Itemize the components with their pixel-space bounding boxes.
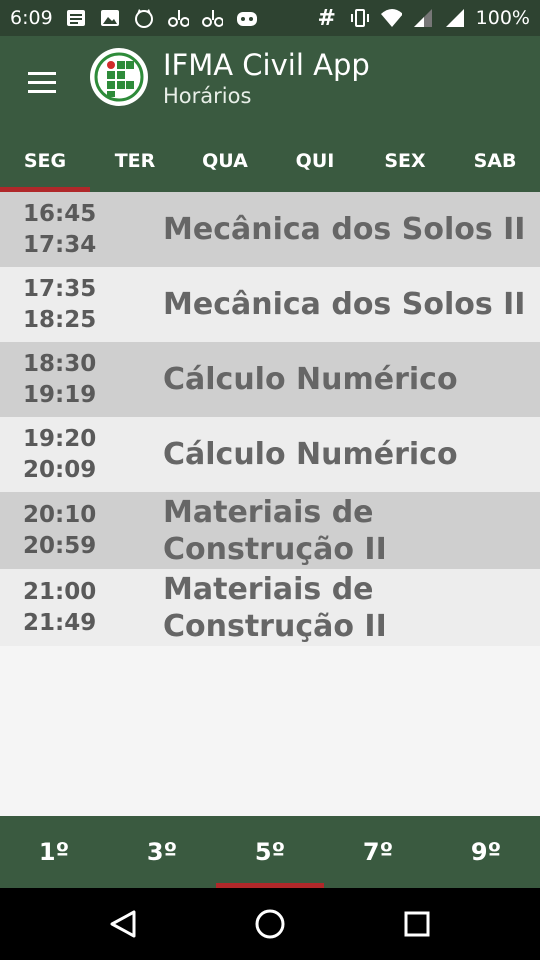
back-icon[interactable] <box>103 904 143 944</box>
schedule-row[interactable]: 18:30 19:19 Cálculo Numérico <box>0 342 540 417</box>
start-time: 16:45 <box>23 200 97 227</box>
tab-semester-1[interactable]: 1º <box>0 816 108 888</box>
bike-icon <box>201 8 223 28</box>
time-range: 18:30 19:19 <box>0 349 163 411</box>
time-range: 17:35 18:25 <box>0 274 163 336</box>
app-title: IFMA Civil App <box>163 48 370 82</box>
time-range: 16:45 17:34 <box>0 199 163 261</box>
schedule-row[interactable]: 19:20 20:09 Cálculo Numérico <box>0 417 540 492</box>
end-time: 18:25 <box>23 306 97 333</box>
tab-sab[interactable]: SAB <box>450 130 540 192</box>
status-bar: 6:09 # 100% <box>0 0 540 36</box>
ifma-logo <box>90 48 148 106</box>
app-bar: IFMA Civil App Horários <box>0 36 540 130</box>
schedule-row[interactable]: 20:10 20:59 Materiais de Construção II <box>0 492 540 569</box>
end-time: 19:19 <box>23 381 97 408</box>
start-time: 19:20 <box>23 425 97 452</box>
image-icon <box>99 8 121 28</box>
schedule-row[interactable]: 21:00 21:49 Materiais de Construção II <box>0 569 540 646</box>
subject-name: Mecânica dos Solos II <box>163 287 526 322</box>
tab-semester-7[interactable]: 7º <box>324 816 432 888</box>
notification-icons <box>65 8 257 28</box>
start-time: 18:30 <box>23 350 97 377</box>
notes-icon <box>65 8 87 28</box>
bike-icon <box>167 8 189 28</box>
signal-icon <box>412 8 434 28</box>
time-range: 20:10 20:59 <box>0 500 163 562</box>
subject-name: Mecânica dos Solos II <box>163 212 526 247</box>
home-icon[interactable] <box>250 904 290 944</box>
cat-badge-icon <box>133 8 155 28</box>
day-tabs: SEG TER QUA QUI SEX SAB <box>0 130 540 192</box>
tab-semester-3[interactable]: 3º <box>108 816 216 888</box>
recents-icon[interactable] <box>397 904 437 944</box>
end-time: 17:34 <box>23 231 97 258</box>
end-time: 21:49 <box>23 609 97 636</box>
app-subtitle: Horários <box>163 84 252 108</box>
tab-qua[interactable]: QUA <box>180 130 270 192</box>
status-time: 6:09 <box>10 7 53 29</box>
battery-level: 100% <box>475 7 530 29</box>
time-range: 21:00 21:49 <box>0 577 163 639</box>
menu-icon[interactable] <box>22 64 62 100</box>
semester-tabs: 1º 3º 5º 7º 9º <box>0 816 540 888</box>
tab-semester-9[interactable]: 9º <box>432 816 540 888</box>
tab-ter[interactable]: TER <box>90 130 180 192</box>
schedule-list: 16:45 17:34 Mecânica dos Solos II 17:35 … <box>0 192 540 646</box>
end-time: 20:09 <box>23 456 97 483</box>
schedule-row[interactable]: 16:45 17:34 Mecânica dos Solos II <box>0 192 540 267</box>
schedule-row[interactable]: 17:35 18:25 Mecânica dos Solos II <box>0 267 540 342</box>
tab-semester-5[interactable]: 5º <box>216 816 324 888</box>
start-time: 20:10 <box>23 501 97 528</box>
ghost-icon <box>235 8 257 28</box>
subject-name: Materiais de Construção II <box>163 494 387 567</box>
signal-icon <box>444 8 466 28</box>
system-nav-bar <box>0 888 540 960</box>
system-icons: # 100% <box>316 5 530 31</box>
vibrate-icon <box>348 8 370 28</box>
wifi-icon <box>380 8 402 28</box>
tab-seg[interactable]: SEG <box>0 130 90 192</box>
start-time: 17:35 <box>23 275 97 302</box>
tab-sex[interactable]: SEX <box>360 130 450 192</box>
subject-name: Cálculo Numérico <box>163 437 458 472</box>
end-time: 20:59 <box>23 532 97 559</box>
start-time: 21:00 <box>23 578 97 605</box>
tab-qui[interactable]: QUI <box>270 130 360 192</box>
hash-icon: # <box>317 5 336 31</box>
time-range: 19:20 20:09 <box>0 424 163 486</box>
subject-name: Materiais de Construção II <box>163 571 387 644</box>
subject-name: Cálculo Numérico <box>163 362 458 397</box>
